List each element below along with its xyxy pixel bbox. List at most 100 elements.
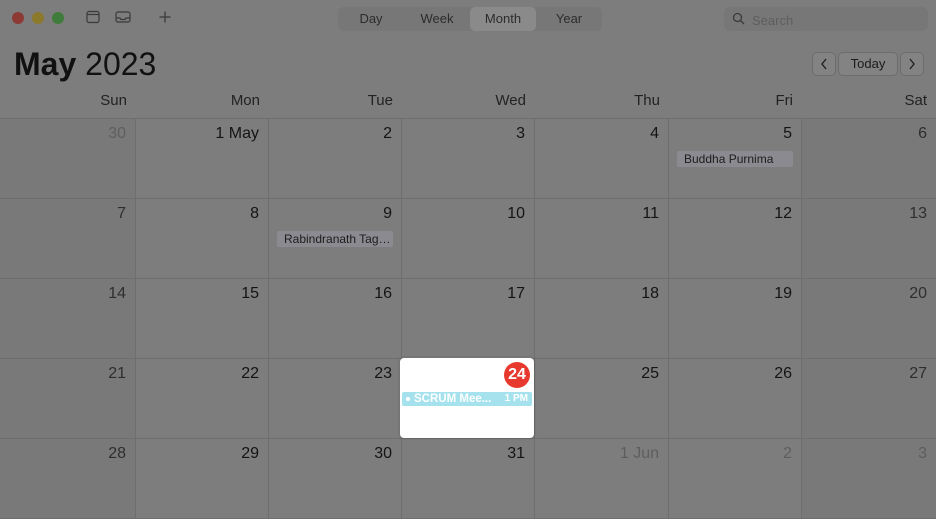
search-icon xyxy=(732,12,745,25)
tab-day[interactable]: Day xyxy=(338,7,404,31)
page-title: May 2023 xyxy=(14,46,156,83)
day-cell[interactable]: 21 xyxy=(0,359,136,439)
calendars-sidebar-icon[interactable] xyxy=(86,10,102,26)
day-number: 16 xyxy=(374,285,392,302)
day-cell[interactable]: 30 xyxy=(0,119,136,199)
day-cell[interactable]: 16 xyxy=(269,279,402,359)
zoom-window-button[interactable] xyxy=(52,12,64,24)
day-cell[interactable]: 28 xyxy=(0,439,136,519)
day-number: 12 xyxy=(774,205,792,222)
holiday-event[interactable]: Buddha Purnima xyxy=(677,151,793,167)
day-number: 7 xyxy=(117,205,126,222)
week-row: 14 15 16 17 18 19 20 xyxy=(0,279,936,359)
day-cell[interactable]: 13 xyxy=(802,199,936,279)
day-number: 30 xyxy=(374,445,392,462)
day-number: 1 May xyxy=(215,125,259,142)
day-cell[interactable]: 1 May xyxy=(136,119,269,199)
day-number: 23 xyxy=(374,365,392,382)
day-cell[interactable]: 14 xyxy=(0,279,136,359)
day-number: 4 xyxy=(650,125,659,142)
month-grid: 30 1 May 2 3 4 5 Buddha Purnima 6 7 8 9 Rabindranat… xyxy=(0,118,936,519)
day-cell[interactable]: 27 xyxy=(802,359,936,439)
day-number: 29 xyxy=(241,445,259,462)
event-dot-icon xyxy=(406,397,410,401)
day-cell[interactable]: 20 xyxy=(802,279,936,359)
day-cell[interactable]: 8 xyxy=(136,199,269,279)
day-number: 10 xyxy=(507,205,525,222)
day-cell[interactable]: 18 xyxy=(535,279,669,359)
tab-week[interactable]: Week xyxy=(404,7,470,31)
day-cell[interactable]: 12 xyxy=(669,199,802,279)
day-number: 1 Jun xyxy=(619,445,659,462)
weekday-wed: Wed xyxy=(495,92,526,109)
day-cell[interactable]: 22 xyxy=(136,359,269,439)
day-number: 30 xyxy=(108,125,126,142)
day-number: 13 xyxy=(909,205,927,222)
day-number: 20 xyxy=(909,285,927,302)
weekday-sun: Sun xyxy=(100,92,127,109)
day-cell[interactable]: 31 xyxy=(402,439,535,519)
weekday-thu: Thu xyxy=(634,92,660,109)
event-scrum-meeting[interactable]: SCRUM Mee... 1 PM xyxy=(402,392,532,406)
today-cell-highlight[interactable]: 24 SCRUM Mee... 1 PM xyxy=(400,358,534,438)
day-number: 15 xyxy=(241,285,259,302)
day-cell[interactable]: 29 xyxy=(136,439,269,519)
day-cell[interactable]: 19 xyxy=(669,279,802,359)
day-number: 28 xyxy=(108,445,126,462)
inbox-icon[interactable] xyxy=(115,10,131,26)
search-input[interactable] xyxy=(750,10,924,30)
today-button[interactable]: Today xyxy=(838,52,898,76)
minimize-window-button[interactable] xyxy=(32,12,44,24)
window-toolbar: Day Week Month Year xyxy=(0,0,936,38)
next-month-button[interactable] xyxy=(900,52,924,76)
day-cell[interactable]: 11 xyxy=(535,199,669,279)
tab-year[interactable]: Year xyxy=(536,7,602,31)
tab-month[interactable]: Month xyxy=(470,7,536,31)
day-number: 6 xyxy=(918,125,927,142)
day-number: 9 xyxy=(383,205,392,222)
search-field[interactable] xyxy=(724,7,928,31)
day-cell[interactable]: 1 Jun xyxy=(535,439,669,519)
day-cell[interactable]: 3 xyxy=(802,439,936,519)
day-number: 11 xyxy=(642,205,659,222)
day-number: 17 xyxy=(507,285,525,302)
day-cell[interactable]: 23 xyxy=(269,359,402,439)
holiday-event[interactable]: Rabindranath Tagore Jayanti xyxy=(277,231,393,247)
day-number: 2 xyxy=(383,125,392,142)
day-cell[interactable]: 10 xyxy=(402,199,535,279)
today-date-badge: 24 xyxy=(504,362,530,388)
day-cell[interactable]: 17 xyxy=(402,279,535,359)
day-number: 19 xyxy=(774,285,792,302)
day-cell[interactable]: 26 xyxy=(669,359,802,439)
day-number: 25 xyxy=(641,365,659,382)
day-cell[interactable]: 25 xyxy=(535,359,669,439)
day-cell[interactable]: 30 xyxy=(269,439,402,519)
event-time: 1 PM xyxy=(504,393,528,404)
day-cell[interactable]: 2 xyxy=(269,119,402,199)
day-number: 26 xyxy=(774,365,792,382)
day-number: 2 xyxy=(783,445,792,462)
day-number: 3 xyxy=(918,445,927,462)
day-cell[interactable]: 3 xyxy=(402,119,535,199)
date-navigation: Today xyxy=(812,52,924,76)
day-cell[interactable]: 15 xyxy=(136,279,269,359)
day-cell[interactable]: 6 xyxy=(802,119,936,199)
month-label: May xyxy=(14,46,77,82)
day-cell[interactable]: 9 Rabindranath Tagore Jayanti xyxy=(269,199,402,279)
weekday-mon: Mon xyxy=(230,92,260,109)
day-number: 22 xyxy=(241,365,259,382)
day-number: 27 xyxy=(909,365,927,382)
event-title: SCRUM Mee... xyxy=(414,393,492,405)
view-switcher: Day Week Month Year xyxy=(338,7,602,31)
add-event-icon[interactable] xyxy=(158,10,174,26)
day-cell[interactable]: 7 xyxy=(0,199,136,279)
day-cell[interactable]: 4 xyxy=(535,119,669,199)
week-row: 7 8 9 Rabindranath Tagore Jayanti 10 11 12 13 xyxy=(0,199,936,279)
day-number: 8 xyxy=(250,205,259,222)
close-window-button[interactable] xyxy=(12,12,24,24)
previous-month-button[interactable] xyxy=(812,52,836,76)
day-cell[interactable]: 2 xyxy=(669,439,802,519)
weekday-fri: Fri xyxy=(775,92,794,109)
year-label: 2023 xyxy=(85,46,157,82)
day-cell[interactable]: 5 Buddha Purnima xyxy=(669,119,802,199)
